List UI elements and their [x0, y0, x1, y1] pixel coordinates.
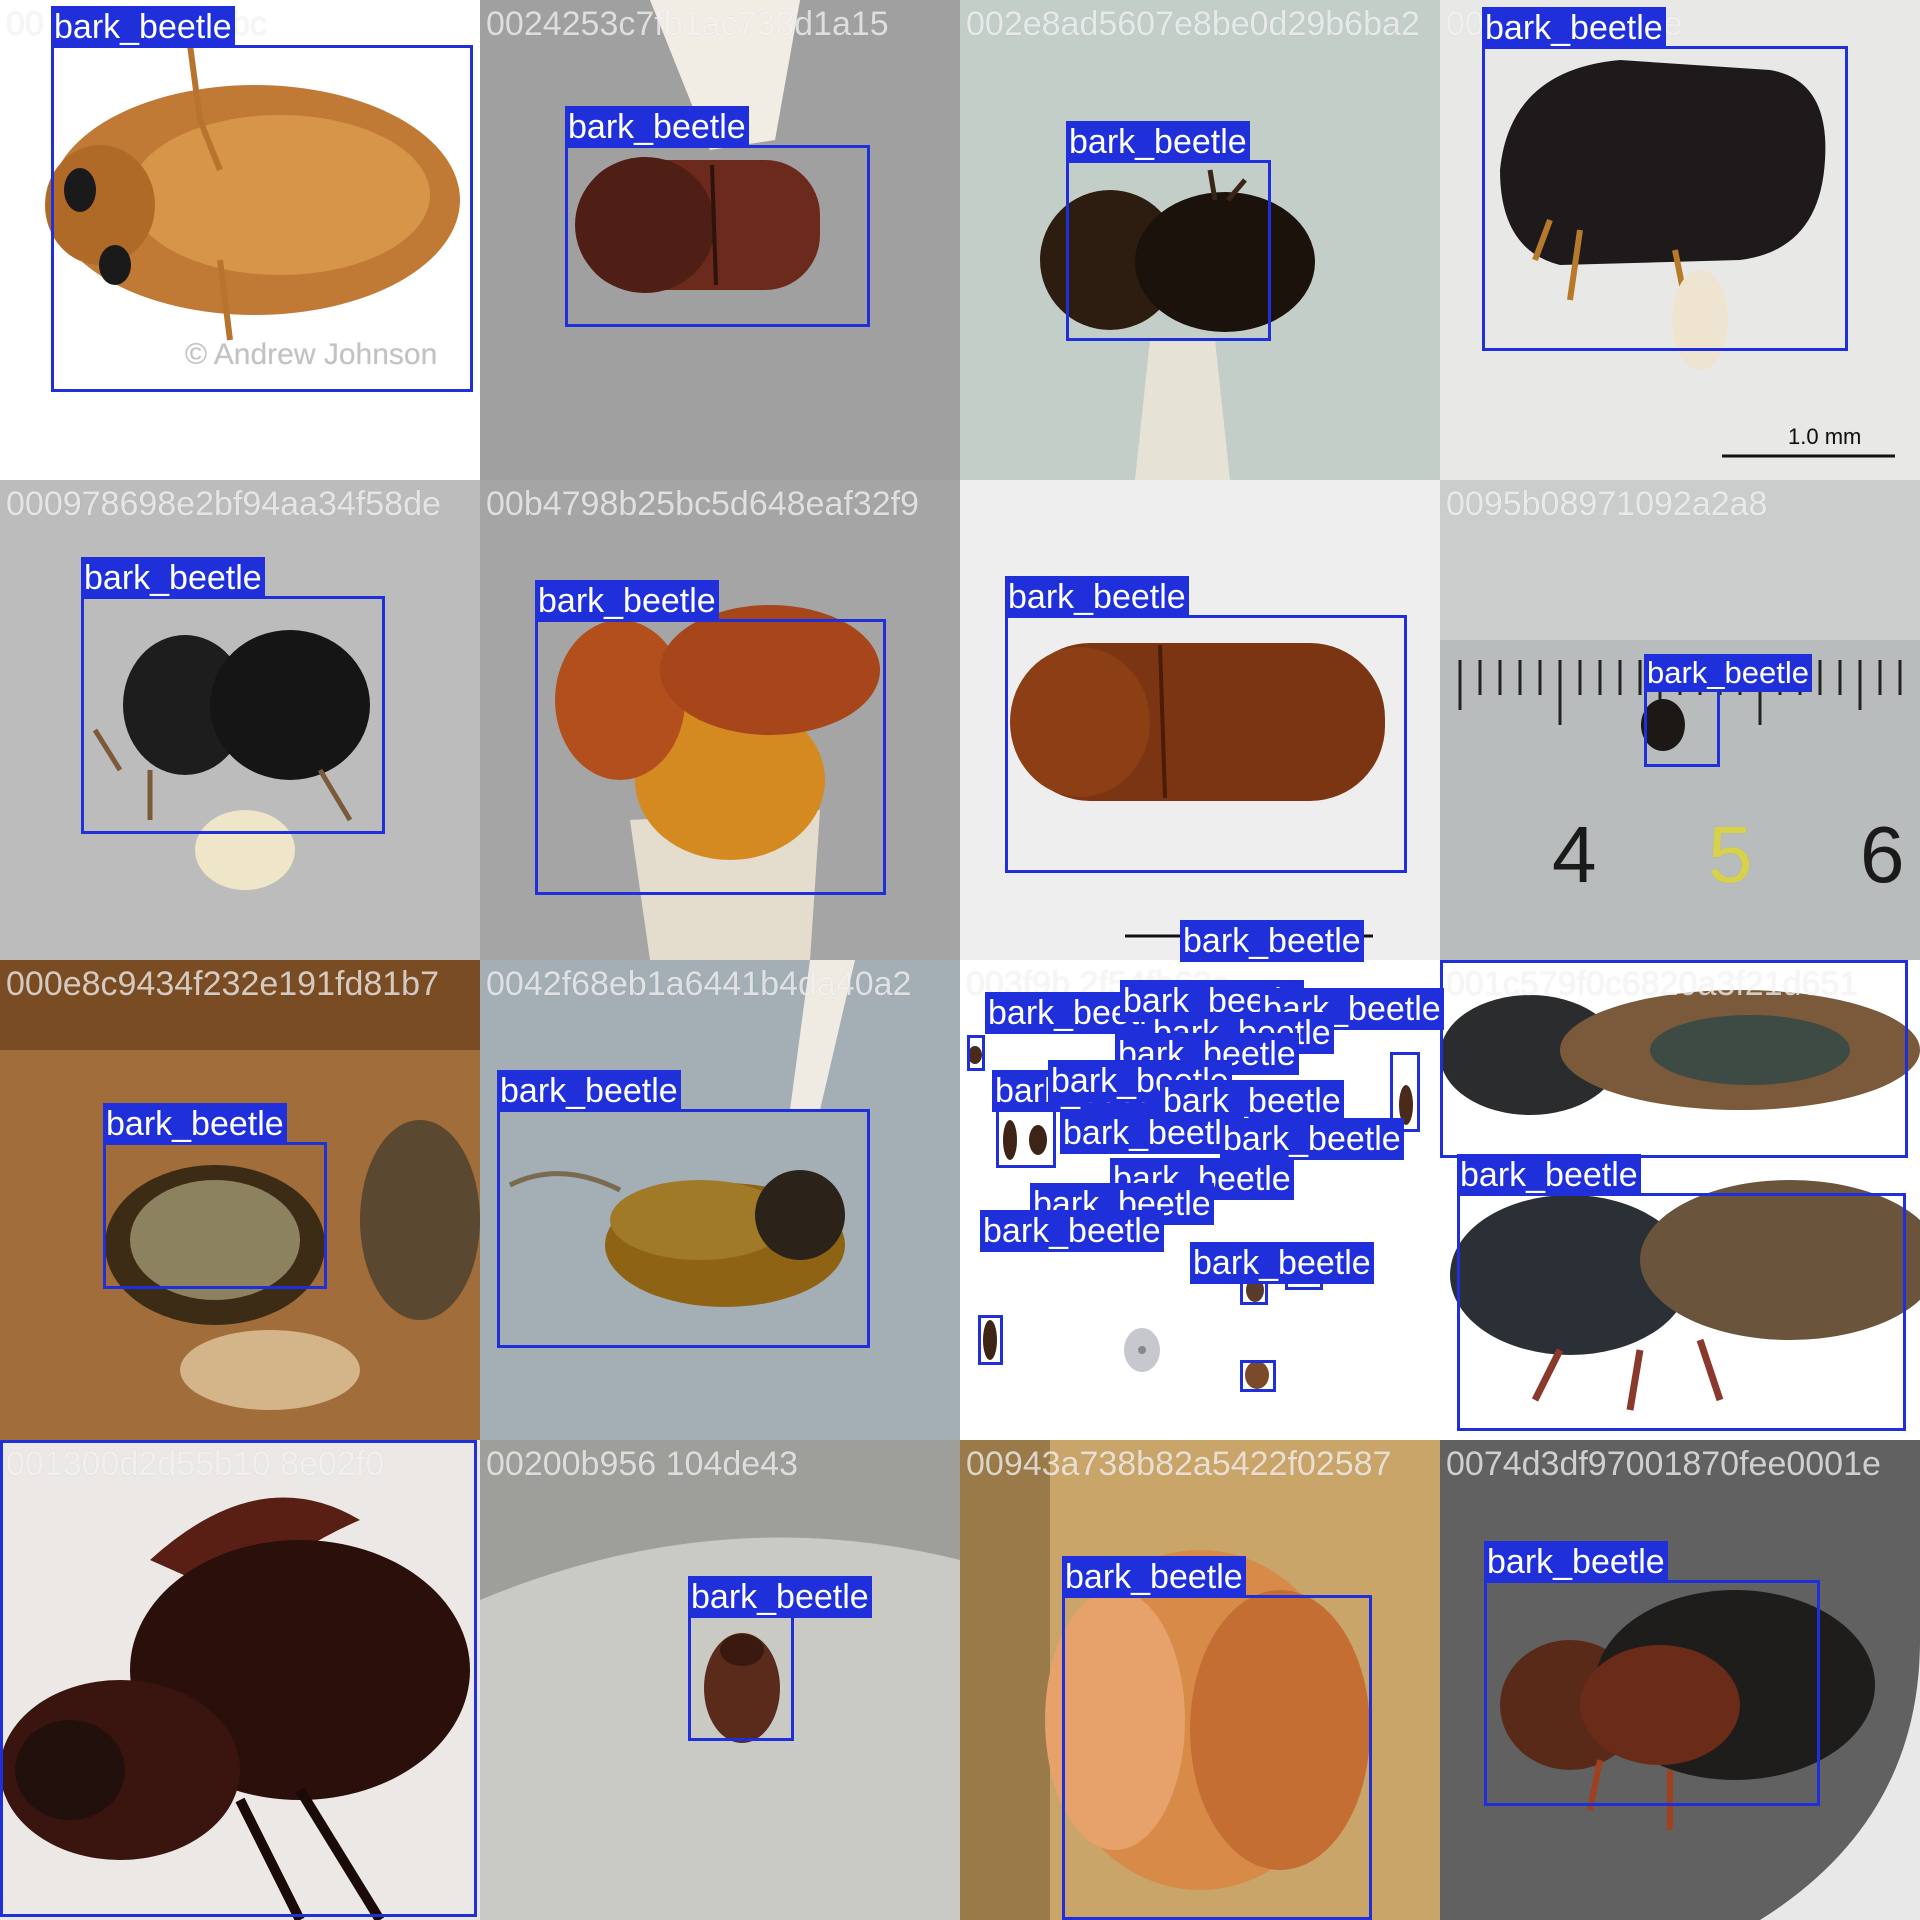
detection-label: bark_beetle — [1062, 1556, 1246, 1598]
detection-label: bark_beetle — [103, 1103, 287, 1145]
tile-3: 002e8ad5607e8be0d29b6ba2 bark_beetle — [960, 0, 1440, 480]
tile-4: 00 65e8e12a4e 1.0 mm bark_beetle — [1440, 0, 1920, 480]
detection-label: bark_beetle — [688, 1576, 872, 1618]
tile-16: 0074d3df97001870fee0001e bark_beetle — [1440, 1440, 1920, 1920]
detection-label: bark_beetle — [535, 580, 719, 622]
detection-label: bark_beetle — [1180, 920, 1364, 962]
detection-label: bark_beetle — [1005, 576, 1189, 618]
tile-13: 001300d2d55b10 8e02f0 bark_beetle — [0, 1440, 480, 1920]
tile-15: 00943a738b82a5422f02587 bark_beetle — [960, 1440, 1440, 1920]
detection-box: bark_beetle — [103, 1103, 327, 1289]
detection-box — [1240, 1360, 1276, 1392]
detection-box: bark_beetle — [1457, 1154, 1906, 1431]
detection-label: bark_beetle — [1482, 7, 1666, 49]
tile-7: 2 mm bark_beetle — [960, 480, 1440, 960]
detection-box — [967, 1035, 985, 1071]
detection-box: bark_beetle — [497, 1070, 870, 1348]
detection-label: bark_beetle — [81, 557, 265, 599]
tile-5: 000978698e2bf94aa34f58de bark_beetle — [0, 480, 480, 960]
detection-label: bark_beetle — [1060, 1112, 1244, 1154]
tile-8: 0095b08971092a2a8 4 5 6 bark_beetle — [1440, 480, 1920, 960]
tile-6: 00b4798b25bc5d648eaf32f9 bark_beetle — [480, 480, 960, 960]
detection-box: bark_beetle — [0, 1440, 477, 1917]
detection-box: bark_beetle — [1482, 7, 1848, 351]
detection-box: bark_beetle — [81, 557, 385, 834]
detection-box: bark_beetle — [1066, 121, 1271, 341]
detection-label: bark_beetle — [51, 6, 235, 48]
detection-label: bark_beetle — [1190, 1242, 1374, 1284]
tile-9: 000e8c9434f232e191fd81b7 bark_beetle — [0, 960, 480, 1440]
detection-label: bark_beetle — [3, 1440, 187, 1443]
detection-box: bark_beetle — [1005, 576, 1407, 873]
detection-box: bark_beetle — [565, 106, 870, 327]
tile-14: 00200b956 104de43 bark_beetle — [480, 1440, 960, 1920]
detection-box: bark_beetle — [1484, 1541, 1820, 1806]
tile-2: 0024253c7fb1ac733d1a15 bark_beetle — [480, 0, 960, 480]
detection-label: bark_beetle — [565, 106, 749, 148]
detection-label: bark_beetle — [1440, 960, 1624, 963]
detection-label: bark_beetle — [1644, 654, 1813, 692]
detection-box: bark_beetle — [688, 1576, 872, 1741]
detection-label: bark_beetle — [980, 1210, 1164, 1252]
detection-box — [996, 1103, 1056, 1168]
tile-11: 003f9b 2f54fb63c bark_beetle bark_beetle… — [960, 920, 1444, 1440]
detection-box: bark_beetle — [51, 6, 473, 392]
detection-label: bark_beetle — [1484, 1541, 1668, 1583]
detection-label: bark_beetle — [1457, 1154, 1641, 1196]
detection-box — [978, 1315, 1003, 1365]
detection-box: bark_beetle — [1062, 1556, 1372, 1920]
tile-12: 001c579f0c6820a3f21d651 bark_beetle bark… — [1440, 960, 1920, 1440]
tile-10: 0042f68eb1a6441b4da40a2 bark_beetle — [480, 960, 960, 1440]
detection-box: bark_beetle — [1644, 654, 1813, 767]
mosaic-grid: 00 4fb458caedbc © Andrew Johnson bark_be… — [0, 0, 1920, 1920]
detection-label: bark_beetle — [497, 1070, 681, 1112]
detection-label: bark_beetle — [1066, 121, 1250, 163]
detection-box: bark_beetle — [1440, 960, 1908, 1158]
tile-1: 00 4fb458caedbc © Andrew Johnson bark_be… — [0, 0, 480, 480]
detection-box: bark_beetle — [535, 580, 886, 895]
detection-label: bark_beetle — [1220, 1118, 1404, 1160]
